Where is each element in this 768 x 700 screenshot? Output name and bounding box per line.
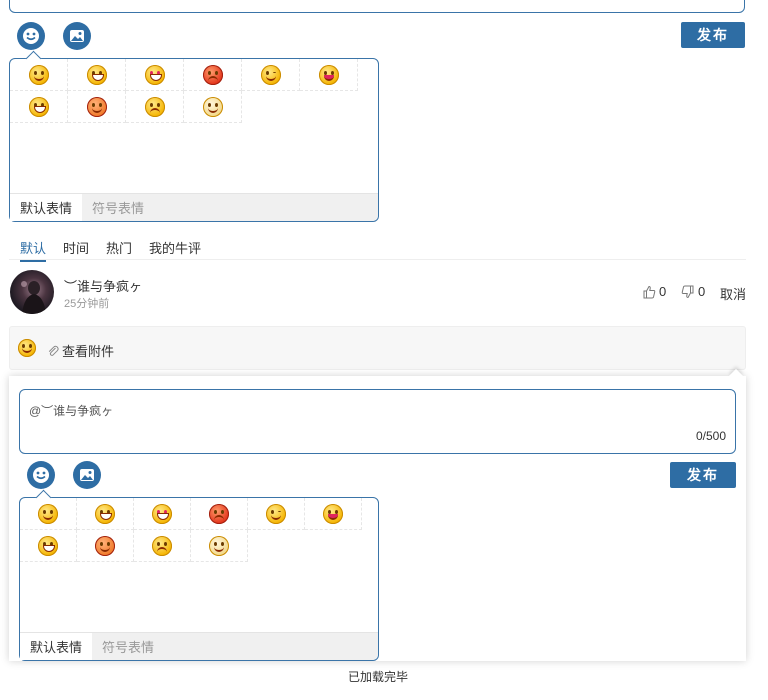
paperclip-icon (48, 345, 59, 356)
smile-icon (23, 28, 39, 44)
dislike-button[interactable]: 0 (681, 284, 705, 299)
reply-publish-button[interactable]: 发布 (670, 462, 736, 488)
emoji-sad[interactable] (134, 530, 191, 562)
emoji-tongue[interactable] (305, 498, 362, 530)
emoji-grin[interactable] (10, 91, 68, 123)
tab-symbol-emoji[interactable]: 符号表情 (92, 633, 164, 660)
emoji-heart-eyes[interactable] (126, 59, 184, 91)
image-icon (80, 469, 94, 481)
dizzy-face-icon (38, 503, 58, 524)
like-button[interactable]: 0 (642, 284, 666, 299)
thumbs-down-icon (681, 285, 694, 298)
shocked-face-icon (209, 535, 229, 556)
avatar-image (21, 281, 46, 314)
sad-face-icon (144, 96, 165, 117)
emoji-grid (10, 59, 358, 123)
comment-input[interactable] (9, 0, 745, 13)
comment-username[interactable]: ︶谁与争疯ヶ (64, 276, 142, 295)
image-icon (70, 30, 84, 42)
cancel-reply-button[interactable]: 取消 (720, 284, 746, 303)
publish-button[interactable]: 发布 (681, 22, 745, 48)
crying-face-icon (86, 64, 107, 85)
comment-content (9, 326, 746, 370)
reply-image-button[interactable] (73, 461, 101, 489)
dizzy-face-icon (28, 64, 49, 85)
reply-input-text: @︶谁与争疯ヶ (29, 404, 114, 418)
tab-default-emoji[interactable]: 默认表情 (20, 633, 93, 660)
emoji-dizzy[interactable] (10, 59, 68, 91)
emoji-shocked[interactable] (184, 91, 242, 123)
emoji-grid (20, 498, 362, 562)
angry-face-icon (202, 64, 223, 85)
emoji-dizzy[interactable] (20, 498, 77, 530)
emoji-wink[interactable] (248, 498, 305, 530)
tab-default-emoji[interactable]: 默认表情 (10, 194, 83, 221)
shocked-face-icon (202, 96, 223, 117)
emoji-wink[interactable] (242, 59, 300, 91)
emoji-tongue[interactable] (300, 59, 358, 91)
tongue-face-icon (318, 64, 339, 85)
emoji-panel-tabs: 默认表情 符号表情 (10, 193, 378, 221)
heart-eyes-face-icon (144, 64, 165, 85)
reply-emoji-button[interactable] (27, 461, 55, 489)
sad-face-icon (152, 535, 172, 556)
emoji-crying[interactable] (68, 59, 126, 91)
kiss-face-icon (95, 535, 115, 556)
emoji-angry[interactable] (184, 59, 242, 91)
dislike-count: 0 (698, 284, 706, 299)
attachment-label: 查看附件 (62, 344, 115, 359)
tongue-face-icon (323, 503, 343, 524)
avatar[interactable] (10, 270, 54, 314)
emoji-grin[interactable] (20, 530, 77, 562)
divider (9, 259, 746, 260)
comment-emoji (18, 339, 36, 357)
char-counter: 0/500 (695, 429, 726, 443)
emoji-angry[interactable] (191, 498, 248, 530)
reply-input[interactable]: @︶谁与争疯ヶ 0/500 (19, 389, 736, 454)
emoji-panel: 默认表情 符号表情 (9, 50, 379, 222)
crying-face-icon (95, 503, 115, 524)
image-button[interactable] (63, 22, 91, 50)
emoji-heart-eyes[interactable] (134, 498, 191, 530)
tab-symbol-emoji[interactable]: 符号表情 (82, 194, 154, 221)
kiss-face-icon (86, 96, 107, 117)
wink-face-icon (266, 503, 286, 524)
angry-face-icon (209, 503, 229, 524)
reply-emoji-panel: 默认表情 符号表情 (19, 489, 379, 661)
emoji-panel-tabs: 默认表情 符号表情 (20, 632, 378, 660)
grin-face-icon (38, 535, 58, 556)
grin-face-icon (28, 96, 49, 117)
view-attachment-link[interactable]: 查看附件 (46, 341, 114, 360)
emoji-shocked[interactable] (191, 530, 248, 562)
like-count: 0 (659, 284, 667, 299)
emoji-kiss[interactable] (77, 530, 134, 562)
wink-face-icon (260, 64, 281, 85)
heart-eyes-face-icon (152, 503, 172, 524)
emoji-crying[interactable] (77, 498, 134, 530)
smile-icon (33, 467, 49, 483)
comment-time: 25分钟前 (64, 298, 110, 310)
load-status: 已加载完毕 (347, 670, 408, 684)
emoji-sad[interactable] (126, 91, 184, 123)
emoji-kiss[interactable] (68, 91, 126, 123)
emoji-button[interactable] (17, 22, 45, 50)
thumbs-up-icon (643, 285, 656, 298)
dizzy-face-icon (18, 339, 36, 357)
